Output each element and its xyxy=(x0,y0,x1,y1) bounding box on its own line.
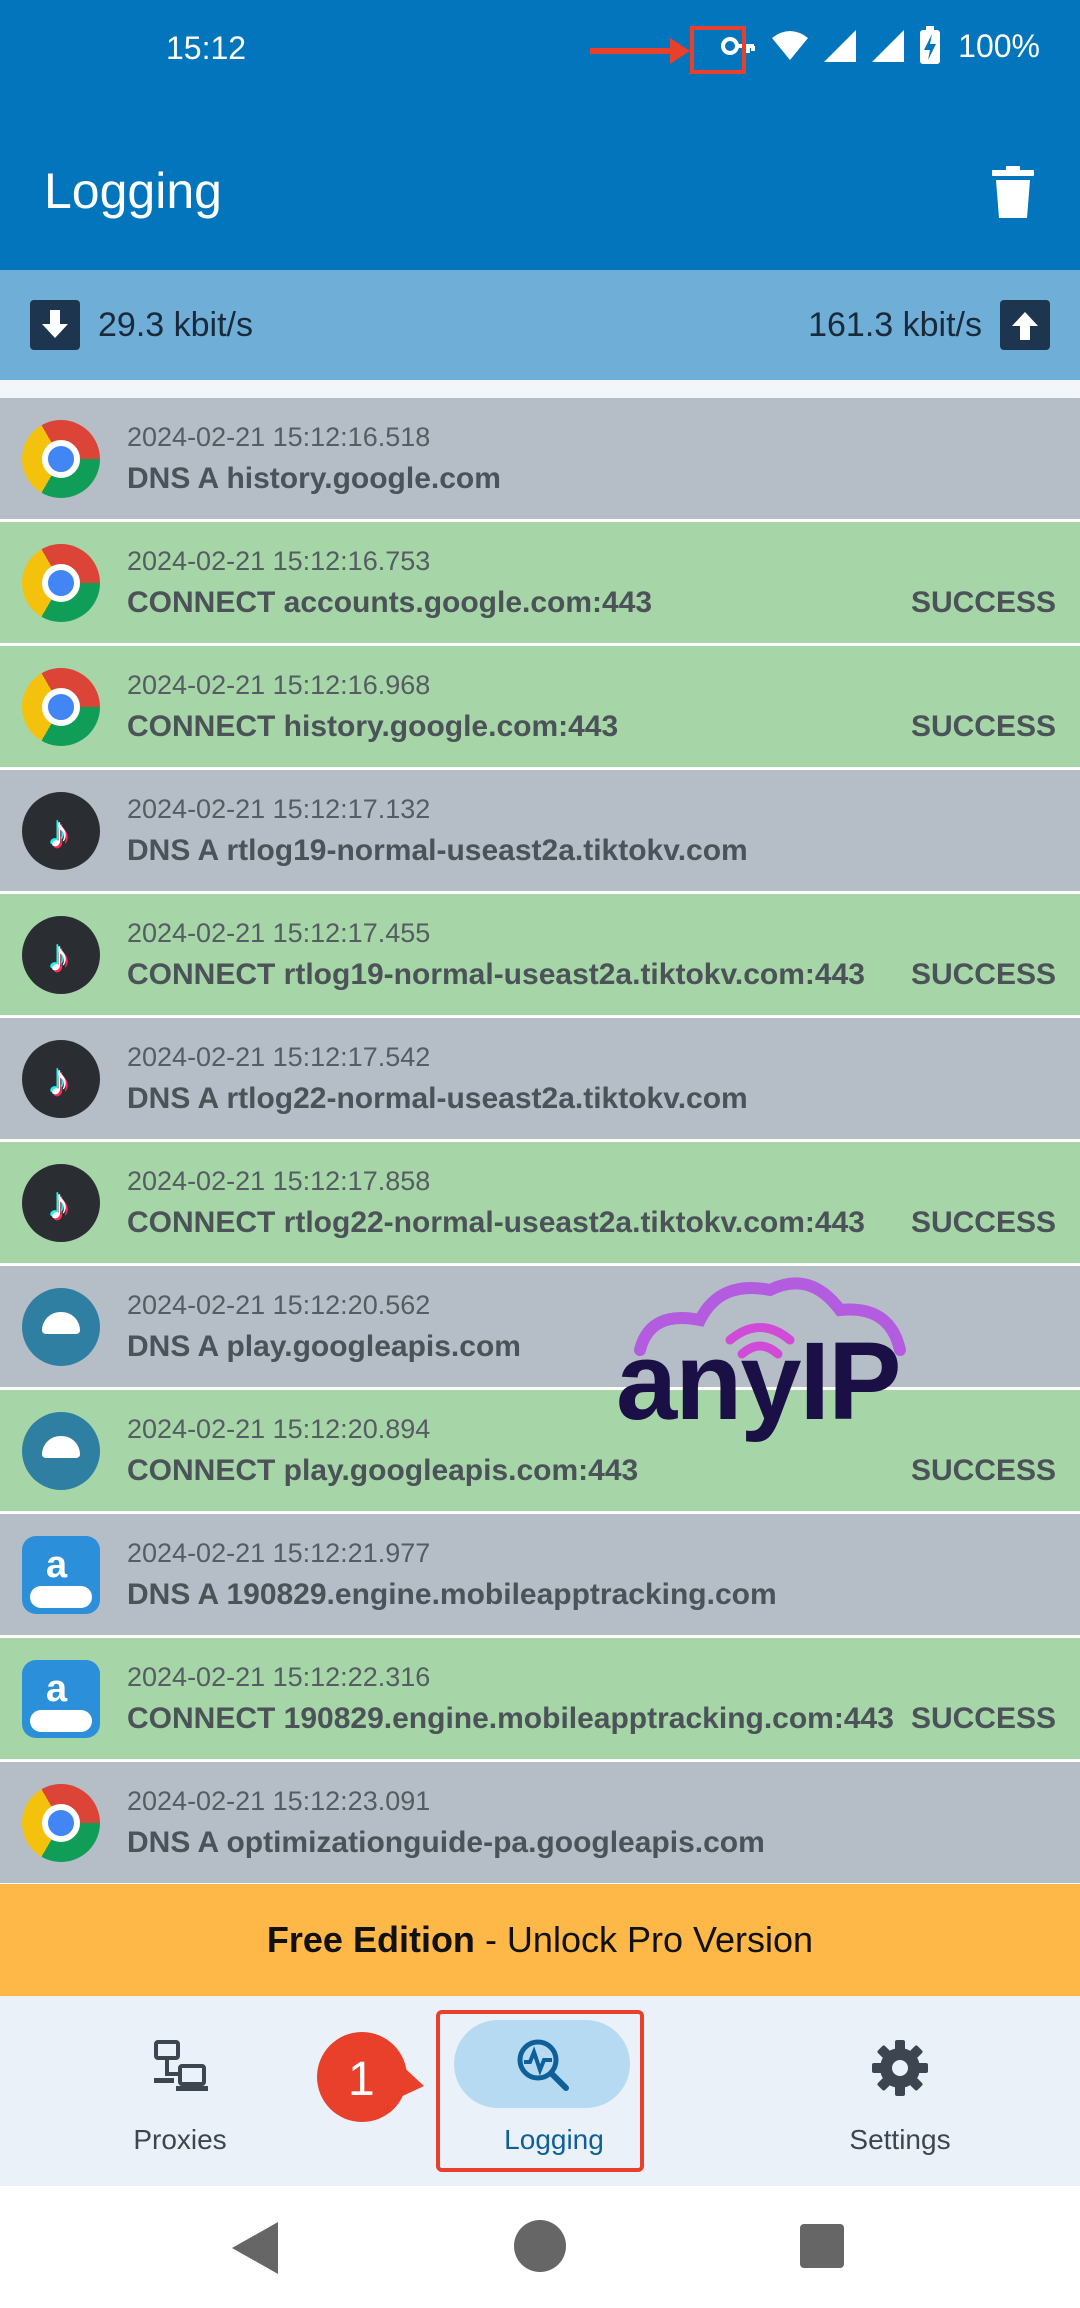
status-bar: 15:12 100% xyxy=(0,0,1080,100)
annotation-highlight-box xyxy=(690,26,746,74)
annotation-badge-number: 1 xyxy=(348,2053,375,2106)
tiktok-app-icon: ♪ xyxy=(22,792,100,870)
log-timestamp: 2024-02-21 15:12:16.518 xyxy=(127,422,431,452)
status-time: 15:12 xyxy=(166,30,247,66)
log-message: DNS A play.googleapis.com xyxy=(127,1330,521,1363)
log-timestamp: 2024-02-21 15:12:16.753 xyxy=(127,546,431,576)
app-bar: Logging xyxy=(0,100,1080,270)
log-message: DNS A rtlog19-normal-useast2a.tiktokv.co… xyxy=(127,834,748,867)
log-status: SUCCESS xyxy=(910,710,1056,743)
chrome-app-icon xyxy=(22,668,100,746)
log-status: SUCCESS xyxy=(910,1454,1056,1487)
log-timestamp: 2024-02-21 15:12:22.316 xyxy=(127,1662,431,1692)
battery-percent: 100% xyxy=(958,27,1040,64)
log-message: DNS A optimizationguide-pa.googleapis.co… xyxy=(127,1826,765,1859)
log-message: DNS A rtlog22-normal-useast2a.tiktokv.co… xyxy=(127,1082,748,1115)
wifi-icon xyxy=(772,31,809,60)
annotation-arrow xyxy=(590,38,690,64)
log-timestamp: 2024-02-21 15:12:20.894 xyxy=(127,1414,431,1444)
log-message: CONNECT history.google.com:443 xyxy=(127,710,619,743)
log-status: SUCCESS xyxy=(910,1702,1056,1735)
chrome-app-icon xyxy=(22,420,100,498)
log-entry[interactable]: ♪ 2024-02-21 15:12:17.132 DNS A rtlog19-no… xyxy=(0,770,1080,891)
log-entry[interactable]: 2024-02-21 15:12:16.518 DNS A history.goo… xyxy=(0,398,1080,519)
system-navigation-bar xyxy=(0,2186,1080,2308)
annotation-highlight-box xyxy=(436,2010,644,2172)
log-timestamp: 2024-02-21 15:12:17.455 xyxy=(127,918,431,948)
network-devices-icon xyxy=(154,2040,208,2091)
nav-label-settings: Settings xyxy=(849,2124,951,2155)
log-message: DNS A history.google.com xyxy=(127,462,501,495)
recent-apps-icon[interactable] xyxy=(800,2224,844,2268)
signal-icon xyxy=(824,30,857,62)
upload-speed: 161.3 kbit/s xyxy=(808,306,982,344)
home-icon[interactable] xyxy=(514,2220,566,2272)
trash-icon[interactable] xyxy=(990,166,1036,218)
log-list[interactable]: 2024-02-21 15:12:16.518 DNS A history.goo… xyxy=(0,398,1080,1884)
log-entry[interactable]: ♪ 2024-02-21 15:12:17.858 CONNECT rtlog22-… xyxy=(0,1142,1080,1263)
amazon-app-icon: a xyxy=(22,1536,100,1614)
traffic-speed-bar: 29.3 kbit/s 161.3 kbit/s xyxy=(0,270,1080,380)
log-timestamp: 2024-02-21 15:12:20.562 xyxy=(127,1290,431,1320)
android-app-icon xyxy=(22,1412,100,1490)
log-entry[interactable]: a 2024-02-21 15:12:21.977 DNS A 190829.eng… xyxy=(0,1514,1080,1635)
annotation-badge: 1 xyxy=(316,2030,424,2124)
log-entry[interactable]: 2024-02-21 15:12:23.091 DNS A optimizatio… xyxy=(0,1762,1080,1883)
upload-arrow-icon xyxy=(1000,300,1050,350)
log-timestamp: 2024-02-21 15:12:23.091 xyxy=(127,1786,431,1816)
nav-item-proxies[interactable]: Proxies xyxy=(30,1996,330,2186)
signal-icon xyxy=(872,30,905,62)
page-title: Logging xyxy=(44,163,222,219)
anyip-watermark-logo: anyIP xyxy=(610,1270,930,1460)
log-message: DNS A 190829.engine.mobileapptracking.co… xyxy=(127,1578,777,1611)
promo-banner[interactable]: Free Edition - Unlock Pro Version xyxy=(0,1884,1080,1996)
watermark-text: anyIP xyxy=(616,1320,901,1443)
log-message: CONNECT rtlog22-normal-useast2a.tiktokv.… xyxy=(127,1206,865,1239)
log-message: CONNECT 190829.engine.mobileapptracking.… xyxy=(127,1702,894,1735)
download-speed: 29.3 kbit/s xyxy=(98,306,253,344)
log-message: CONNECT rtlog19-normal-useast2a.tiktokv.… xyxy=(127,958,865,991)
battery-charging-icon xyxy=(920,26,941,64)
log-entry[interactable]: ♪ 2024-02-21 15:12:17.542 DNS A rtlog22-no… xyxy=(0,1018,1080,1139)
log-timestamp: 2024-02-21 15:12:16.968 xyxy=(127,670,431,700)
android-app-icon xyxy=(22,1288,100,1366)
tiktok-app-icon: ♪ xyxy=(22,1164,100,1242)
log-entry[interactable]: 2024-02-21 15:12:16.753 CONNECT accounts.… xyxy=(0,522,1080,643)
log-status: SUCCESS xyxy=(910,1206,1056,1239)
tiktok-app-icon: ♪ xyxy=(22,1040,100,1118)
log-timestamp: 2024-02-21 15:12:17.858 xyxy=(127,1166,431,1196)
log-status: SUCCESS xyxy=(910,586,1056,619)
nav-label-proxies: Proxies xyxy=(133,2124,227,2155)
nav-item-settings[interactable]: Settings xyxy=(750,1996,1050,2186)
log-message: CONNECT accounts.google.com:443 xyxy=(127,586,653,619)
log-entry[interactable]: 2024-02-21 15:12:16.968 CONNECT history.g… xyxy=(0,646,1080,767)
log-entry[interactable]: a 2024-02-21 15:12:22.316 CONNECT 190829.e… xyxy=(0,1638,1080,1759)
amazon-app-icon: a xyxy=(22,1660,100,1738)
gear-icon xyxy=(872,2040,928,2096)
promo-bold: Free Edition xyxy=(266,1919,475,1960)
status-icons: 100% xyxy=(718,26,1040,66)
chrome-app-icon xyxy=(22,1784,100,1862)
tiktok-app-icon: ♪ xyxy=(22,916,100,994)
download-arrow-icon xyxy=(30,300,80,350)
log-message: CONNECT play.googleapis.com:443 xyxy=(127,1454,639,1487)
log-entry[interactable]: ♪ 2024-02-21 15:12:17.455 CONNECT rtlog19-… xyxy=(0,894,1080,1015)
log-timestamp: 2024-02-21 15:12:17.542 xyxy=(127,1042,431,1072)
log-status: SUCCESS xyxy=(910,958,1056,991)
log-timestamp: 2024-02-21 15:12:21.977 xyxy=(127,1538,431,1568)
chrome-app-icon xyxy=(22,544,100,622)
back-icon[interactable] xyxy=(232,2222,278,2274)
promo-rest: - Unlock Pro Version xyxy=(474,1919,814,1960)
log-timestamp: 2024-02-21 15:12:17.132 xyxy=(127,794,431,824)
